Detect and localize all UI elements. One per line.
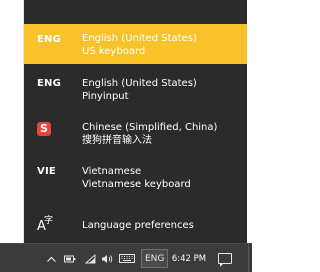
action-center-icon[interactable] bbox=[216, 244, 234, 272]
keyboard-layout-name: Pinyinput bbox=[82, 91, 129, 102]
language-item-vietnamese[interactable]: VIE Vietnamese Vietnamese keyboard bbox=[24, 156, 247, 196]
touch-keyboard-icon[interactable] bbox=[118, 244, 136, 272]
language-item-chinese-sogou[interactable]: S Chinese (Simplified, China) 搜狗拼音输入法 bbox=[24, 112, 247, 152]
wifi-icon[interactable] bbox=[83, 244, 97, 272]
keyboard-layout-name: US keyboard bbox=[82, 46, 146, 57]
show-desktop-button[interactable] bbox=[248, 244, 252, 272]
clock-time: 6:42 PM bbox=[171, 253, 207, 264]
keyboard-layout-name: Vietnamese keyboard bbox=[82, 179, 191, 190]
chevron-up-icon[interactable] bbox=[45, 244, 57, 272]
language-code: VIE bbox=[37, 166, 56, 177]
language-code: ENG bbox=[37, 34, 62, 45]
window-edge bbox=[0, 0, 24, 243]
input-indicator-label: ENG bbox=[145, 253, 165, 264]
volume-icon[interactable] bbox=[100, 244, 114, 272]
language-preferences-link[interactable]: A字 Language preferences bbox=[24, 210, 247, 238]
clock[interactable]: 6:42 PM bbox=[170, 244, 208, 272]
language-name: English (United States) bbox=[82, 78, 197, 89]
language-name: English (United States) bbox=[82, 33, 197, 44]
sogou-ime-icon: S bbox=[37, 122, 51, 136]
keyboard-layout-name: 搜狗拼音输入法 bbox=[82, 135, 152, 146]
language-preferences-label: Language preferences bbox=[82, 220, 194, 231]
input-indicator-button[interactable]: ENG bbox=[141, 249, 169, 268]
language-name: Vietnamese bbox=[82, 166, 142, 177]
language-name: Chinese (Simplified, China) bbox=[82, 122, 218, 133]
language-code: ENG bbox=[37, 78, 62, 89]
battery-icon[interactable] bbox=[63, 244, 77, 272]
language-settings-icon: A字 bbox=[37, 216, 54, 234]
language-item-eng-pinyinput[interactable]: ENG English (United States) Pinyinput bbox=[24, 68, 247, 108]
language-item-eng-us-keyboard[interactable]: ENG English (United States) US keyboard bbox=[24, 24, 247, 64]
input-language-flyout: ENG English (United States) US keyboard … bbox=[24, 0, 247, 243]
taskbar: ENG 6:42 PM bbox=[0, 243, 252, 272]
